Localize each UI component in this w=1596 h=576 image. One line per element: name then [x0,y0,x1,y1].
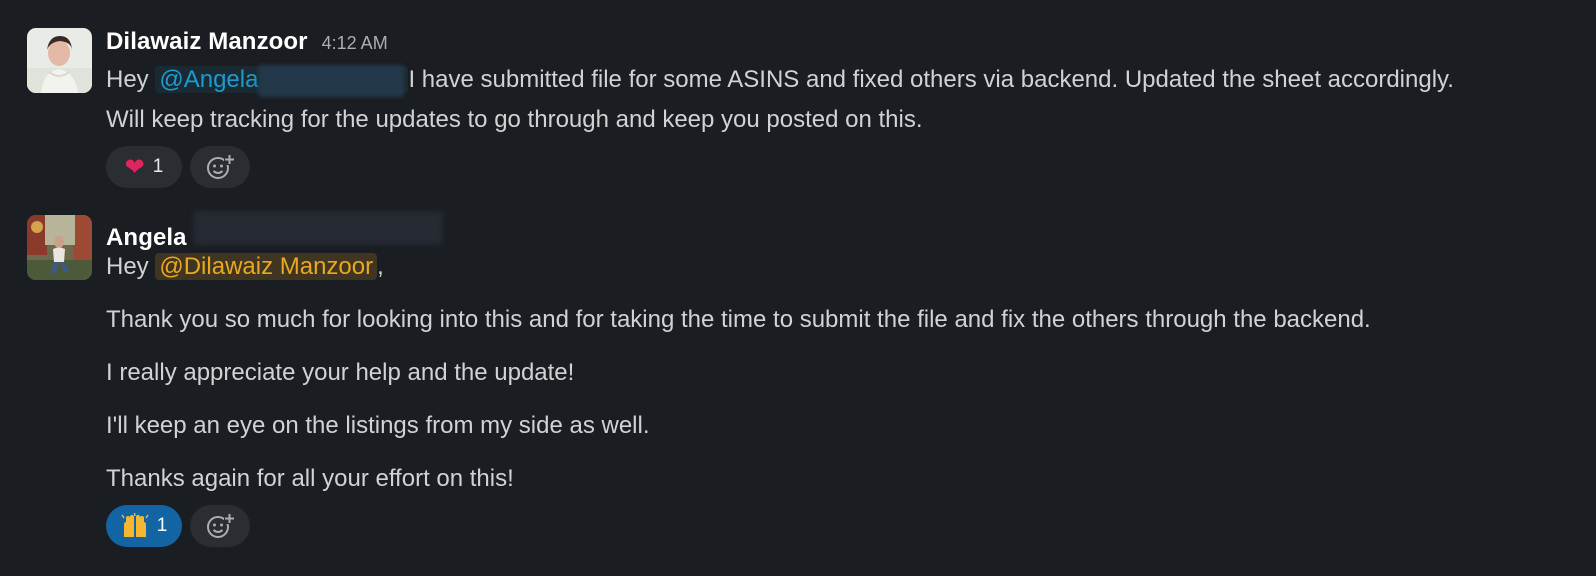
message-paragraph: Thank you so much for looking into this … [106,306,1371,333]
reactions-bar: 1 [106,505,1584,547]
sender-name[interactable]: Dilawaiz Manzoor [106,28,308,56]
greeting-text: Hey [106,66,149,93]
add-reaction-icon [207,154,235,179]
message-text: I have submitted file for some ASINS and… [408,66,1454,93]
message-text-line-1: Hey @Dilawaiz Manzoor, [106,247,1584,287]
greeting-text: Hey [106,253,149,280]
add-reaction-icon [207,513,235,538]
message-paragraph: I really appreciate your help and the up… [106,359,575,386]
message-text-line-1: Hey @Angela I have submitted file for som… [106,60,1584,100]
message-text-line-2: Will keep tracking for the updates to go… [106,106,923,133]
reactions-bar: ❤ 1 [106,146,1584,188]
heart-emoji-icon: ❤ [124,153,145,181]
redacted-surname [258,64,405,97]
avatar-angela[interactable] [27,215,92,280]
reaction-count: 1 [156,515,168,536]
message-paragraph: Thanks again for all your effort on this… [106,465,514,492]
self-mention[interactable]: @Dilawaiz Manzoor [155,253,378,280]
add-reaction-button[interactable] [190,146,250,188]
message-timestamp[interactable]: 4:12 AM [322,33,388,54]
user-mention[interactable]: @Angela [155,64,409,97]
redacted-surname [192,211,443,245]
message-paragraph: I'll keep an eye on the listings from my… [106,412,650,439]
reaction-count: 1 [152,156,164,177]
mention-text: @Angela [159,66,259,93]
avatar-dilawaiz[interactable] [27,28,92,93]
raised-hands-reaction[interactable]: 1 [106,505,182,547]
raised-hands-emoji-icon [121,513,149,537]
heart-reaction[interactable]: ❤ 1 [106,146,182,188]
add-reaction-button[interactable] [190,505,250,547]
comma-text: , [377,253,384,280]
